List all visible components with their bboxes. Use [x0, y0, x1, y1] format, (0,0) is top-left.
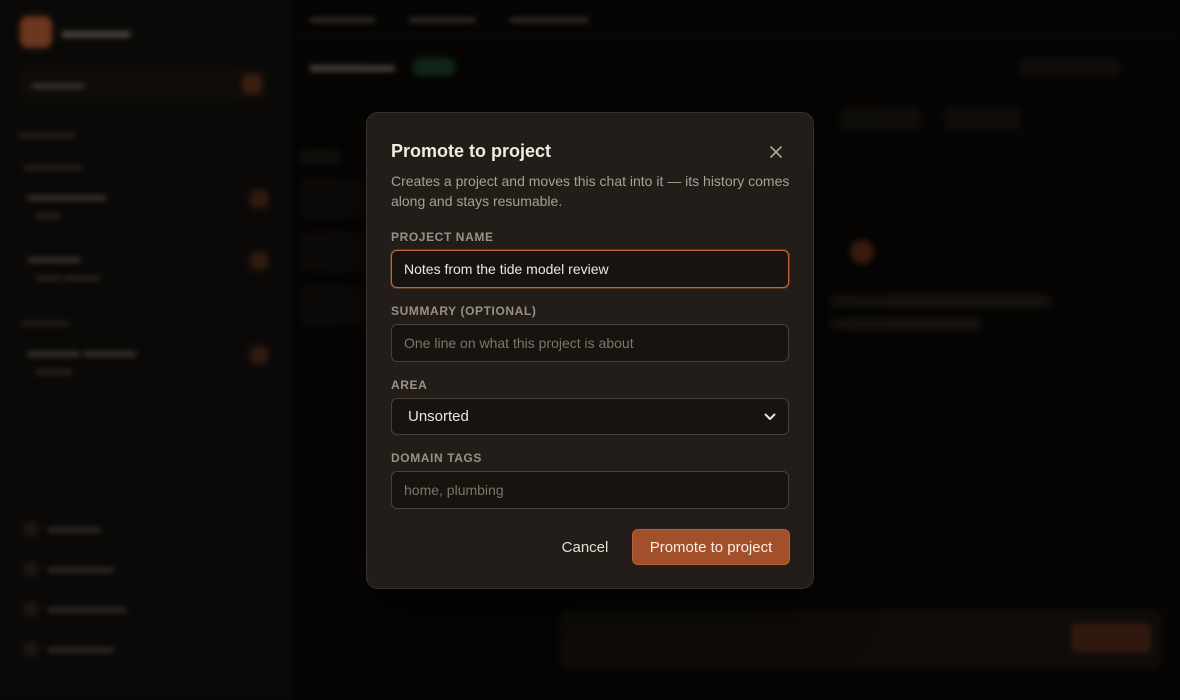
- dialog-title: Promote to project: [391, 141, 552, 161]
- domain-tags-input[interactable]: [391, 471, 789, 509]
- area-select[interactable]: Unsorted: [391, 398, 789, 435]
- promote-to-project-dialog: Promote to project Creates a project and…: [366, 112, 814, 589]
- chevron-down-icon: [764, 413, 776, 420]
- domain-tags-label: DOMAIN TAGS: [391, 451, 483, 465]
- cancel-button[interactable]: Cancel: [548, 529, 622, 565]
- promote-to-project-button[interactable]: Promote to project: [632, 529, 790, 565]
- close-icon: [770, 146, 782, 158]
- summary-label: SUMMARY (OPTIONAL): [391, 304, 537, 318]
- area-label: AREA: [391, 378, 428, 392]
- summary-input[interactable]: [391, 324, 789, 362]
- area-selected-value: Unsorted: [408, 408, 469, 425]
- project-name-label: PROJECT NAME: [391, 230, 494, 244]
- dialog-description: Creates a project and moves this chat in…: [391, 173, 790, 209]
- close-button[interactable]: [767, 143, 785, 161]
- project-name-input[interactable]: [391, 250, 789, 288]
